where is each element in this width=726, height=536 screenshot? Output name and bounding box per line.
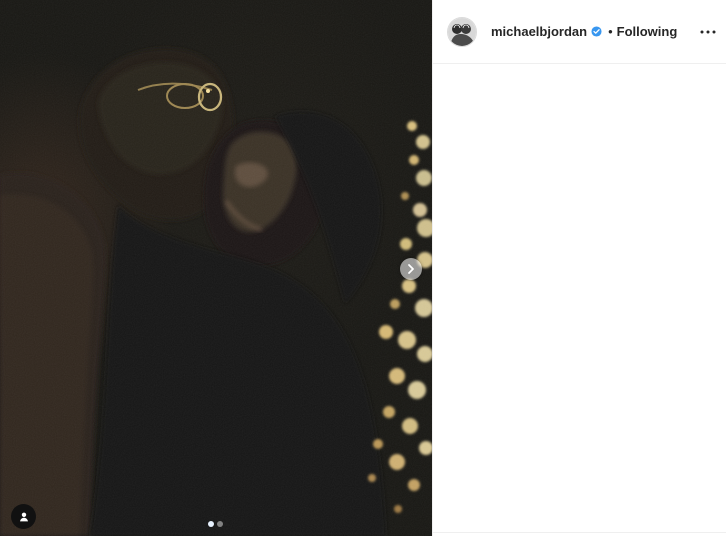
tagged-people-button[interactable] — [11, 504, 36, 529]
more-options-button[interactable] — [698, 22, 718, 42]
username-link[interactable]: michaelbjordan — [491, 24, 587, 39]
carousel-indicator — [208, 521, 223, 527]
post-photo — [0, 0, 432, 536]
more-horizontal-icon — [700, 30, 716, 34]
person-tag-icon — [19, 512, 28, 521]
header-separator: • — [608, 24, 613, 39]
carousel-dot — [217, 521, 223, 527]
verified-badge-icon — [591, 26, 602, 37]
instagram-post: michaelbjordan • Following — [0, 0, 726, 536]
following-button[interactable]: Following — [617, 24, 678, 39]
post-sidebar: michaelbjordan • Following — [432, 0, 726, 536]
profile-avatar[interactable] — [447, 16, 477, 47]
carousel-dot-current — [208, 521, 214, 527]
chevron-right-icon — [408, 264, 414, 274]
sidebar-bottom-divider — [432, 532, 726, 533]
post-media — [0, 0, 432, 536]
next-photo-button[interactable] — [400, 258, 422, 280]
post-header: michaelbjordan • Following — [433, 0, 726, 64]
